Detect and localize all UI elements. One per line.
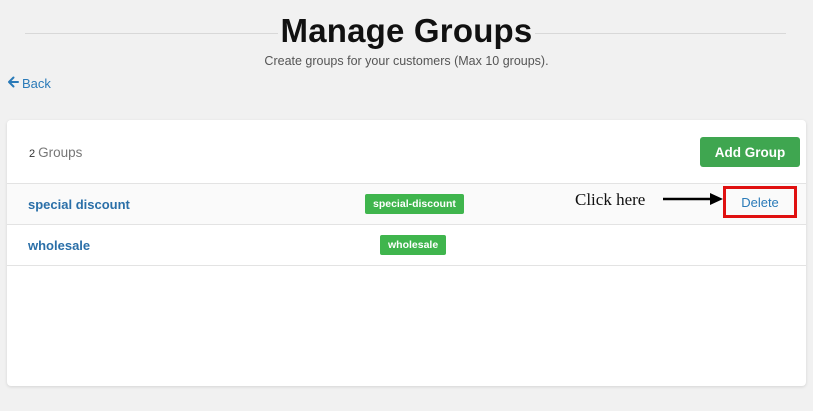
table-row: special discount special-discount Click … [7, 184, 806, 225]
group-name-link[interactable]: special discount [28, 197, 130, 212]
group-tag-badge: wholesale [380, 235, 447, 255]
page-title: Manage Groups [280, 12, 533, 49]
group-count-number: 2 [29, 148, 36, 160]
group-tag-badge: special-discount [365, 194, 464, 214]
table-row: wholesale wholesale [7, 225, 806, 266]
annotation-hint-text: Click here [575, 190, 646, 209]
group-count: 2 Groups [29, 145, 82, 160]
page-subtitle: Create groups for your customers (Max 10… [264, 54, 549, 68]
card-header: 2 Groups Add Group [7, 120, 806, 184]
delete-highlight-box: Delete [723, 186, 797, 218]
group-name-link[interactable]: wholesale [28, 238, 90, 253]
add-group-button[interactable]: Add Group [700, 137, 800, 167]
delete-button[interactable]: Delete [741, 195, 779, 210]
groups-card: 2 Groups Add Group special discount speci… [7, 120, 806, 386]
manage-groups-page: Manage Groups Create groups for your cus… [0, 0, 813, 411]
group-count-label: Groups [38, 145, 83, 160]
arrow-left-icon [7, 76, 19, 91]
back-label: Back [22, 76, 51, 91]
back-link[interactable]: Back [7, 76, 51, 91]
